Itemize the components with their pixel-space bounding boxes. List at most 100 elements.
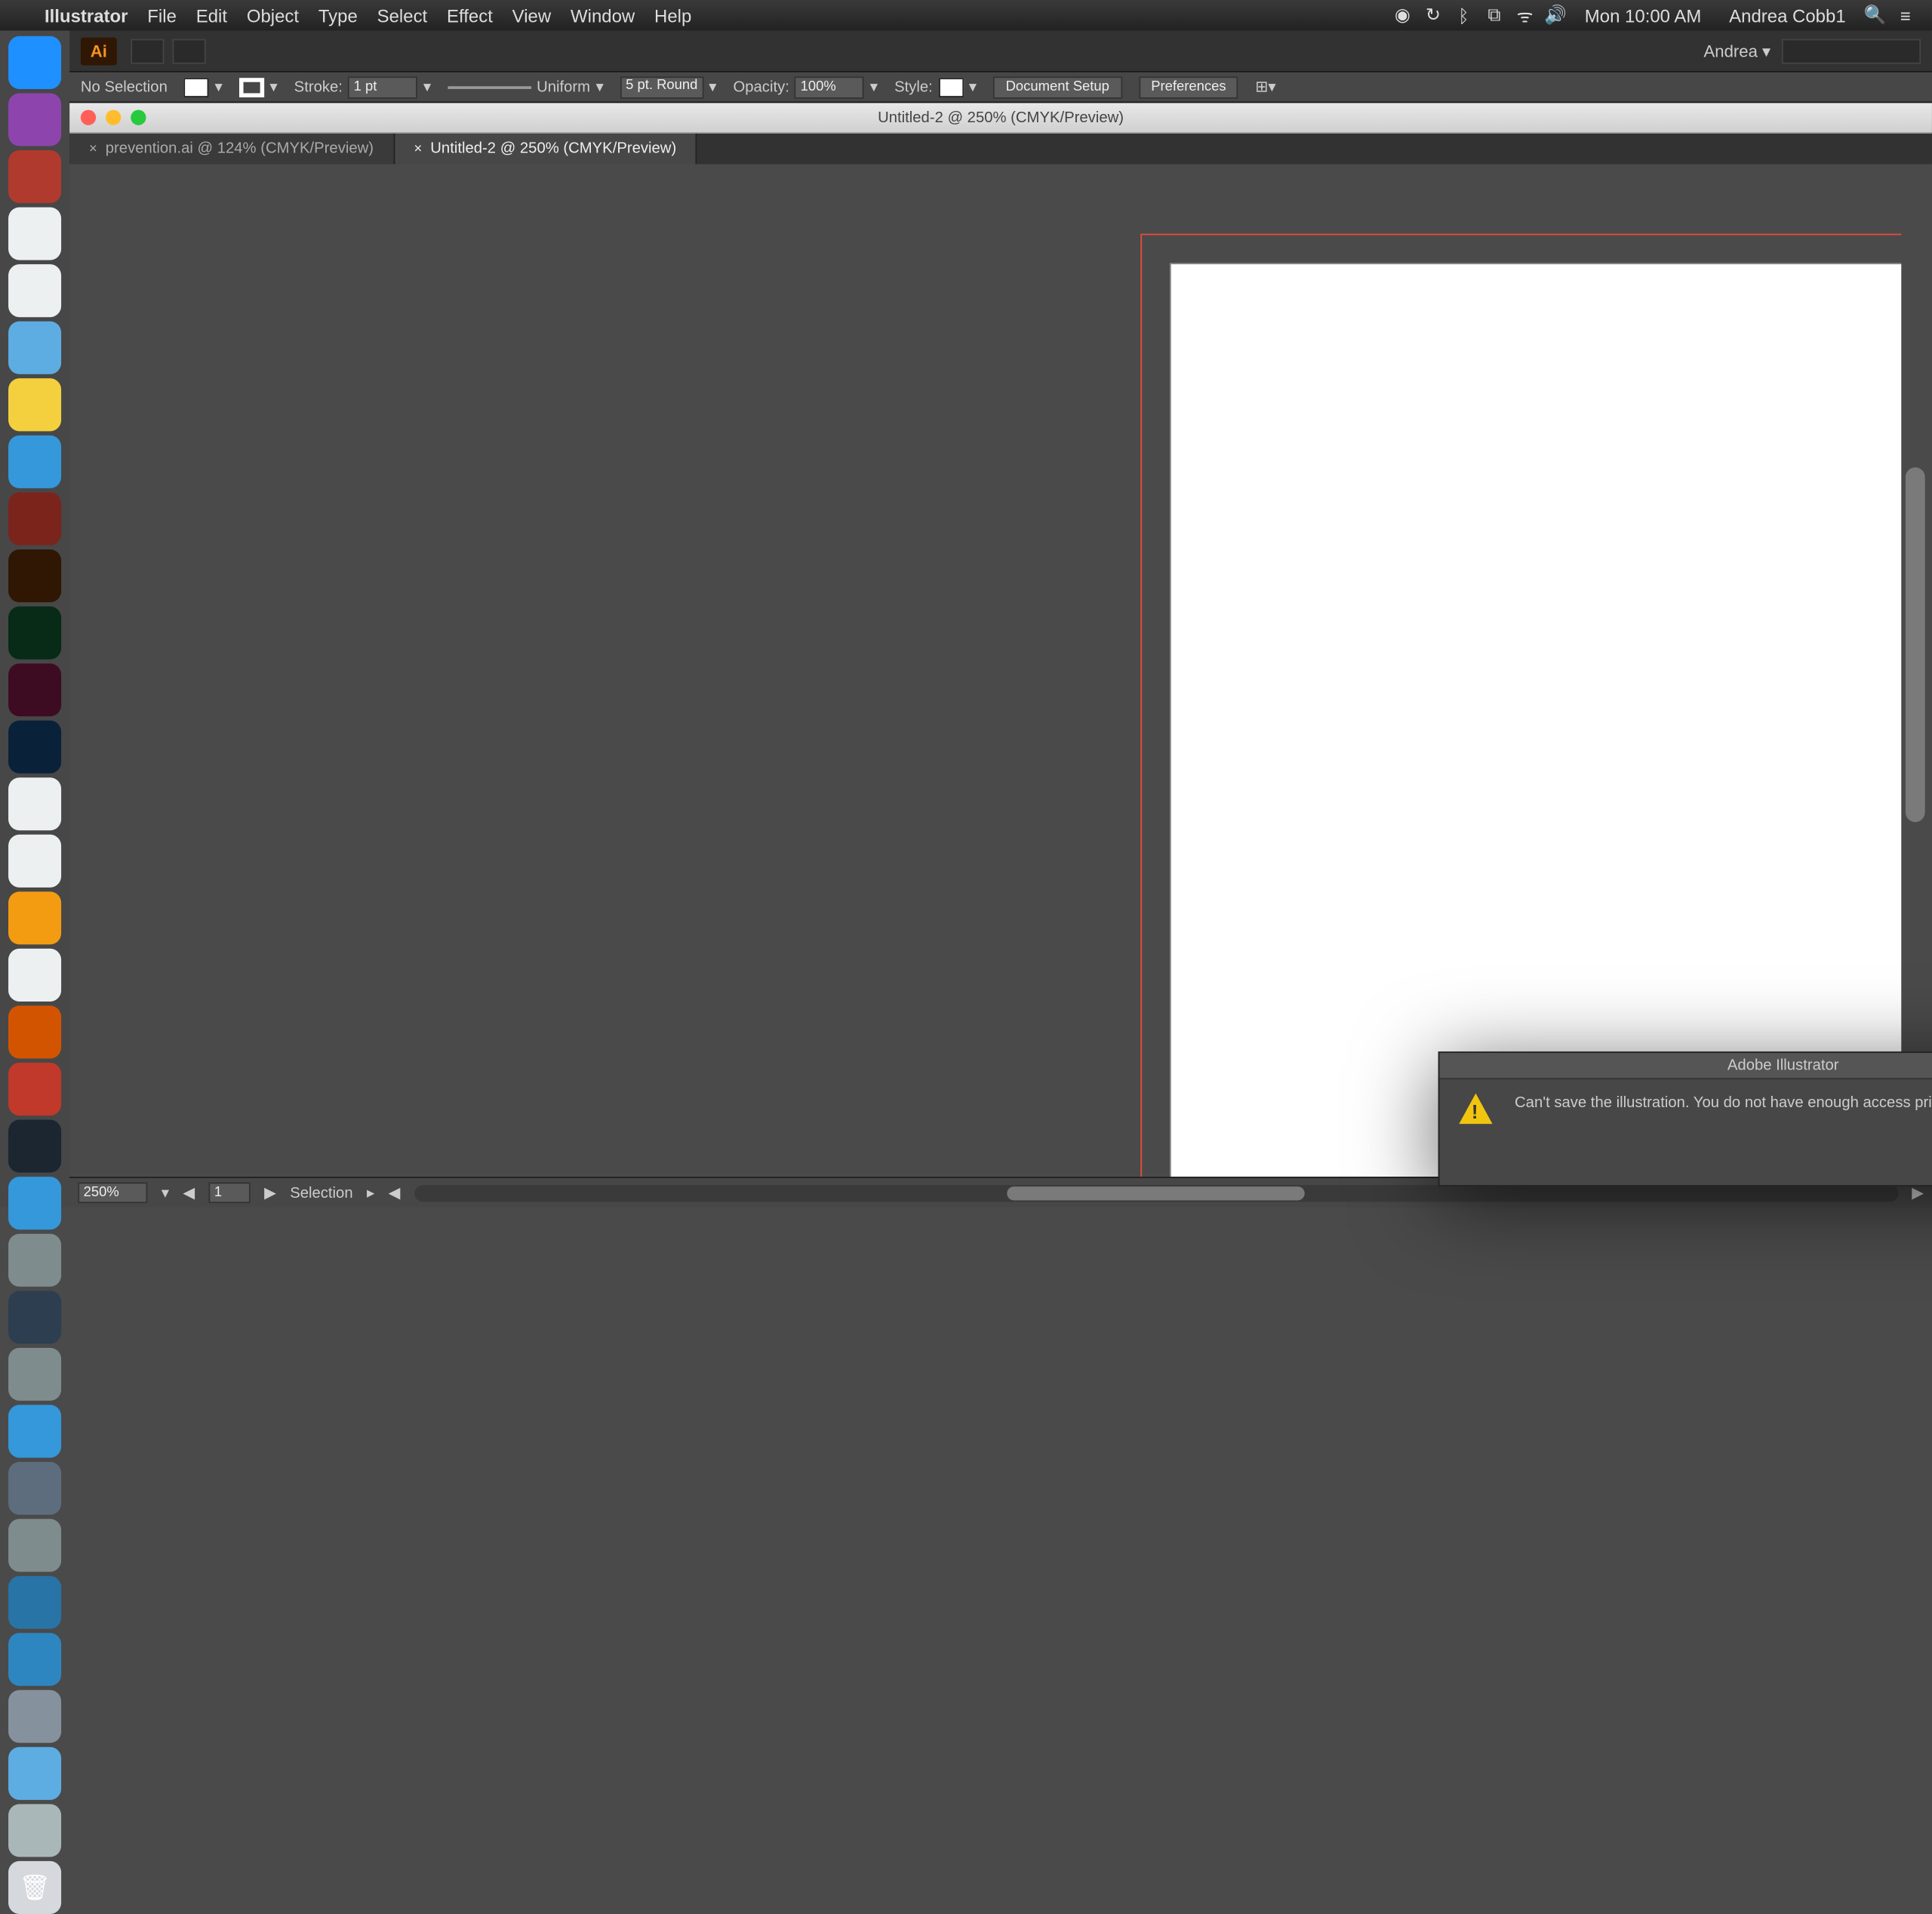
- dock-calendar[interactable]: [8, 264, 61, 317]
- close-tab-icon[interactable]: ×: [414, 141, 422, 156]
- close-tab-icon[interactable]: ×: [89, 141, 97, 156]
- dock-photoshop[interactable]: [8, 721, 61, 774]
- stroke-label: Stroke:: [294, 78, 343, 95]
- menu-effect[interactable]: Effect: [447, 5, 493, 26]
- menu-select[interactable]: Select: [377, 5, 428, 26]
- vertical-scrollbar[interactable]: [1901, 164, 1932, 1177]
- arrange-button[interactable]: [173, 38, 206, 63]
- canvas[interactable]: [69, 164, 1901, 1177]
- app-menu[interactable]: Illustrator: [45, 5, 128, 26]
- menu-edit[interactable]: Edit: [196, 5, 227, 26]
- menu-object[interactable]: Object: [247, 5, 299, 26]
- dock-app10[interactable]: [8, 1690, 61, 1743]
- artboard-prev-icon[interactable]: ◀: [183, 1183, 195, 1202]
- dropbox-icon[interactable]: ⧉: [1479, 5, 1510, 26]
- ai-logo: Ai: [81, 37, 117, 65]
- dock-dreamweaver[interactable]: [8, 607, 61, 660]
- document-tab[interactable]: × Untitled-2 @ 250% (CMYK/Preview): [395, 134, 697, 165]
- tab-label: Untitled-2 @ 250% (CMYK/Preview): [430, 140, 676, 157]
- menu-help[interactable]: Help: [654, 5, 691, 26]
- dock-indesign[interactable]: [8, 663, 61, 716]
- scrollbar-thumb[interactable]: [1008, 1186, 1304, 1199]
- workspace-switcher[interactable]: Andrea ▾: [1704, 41, 1771, 60]
- wifi-icon[interactable]: ᯤ: [1509, 3, 1540, 28]
- document-title: Untitled-2 @ 250% (CMYK/Preview): [878, 109, 1124, 126]
- brush-select[interactable]: 5 pt. Round: [620, 75, 703, 97]
- dock-animate[interactable]: [8, 1120, 61, 1173]
- dock-downloads[interactable]: [8, 1804, 61, 1857]
- zoom-dropdown-icon[interactable]: ▾: [162, 1183, 169, 1202]
- dock-messages[interactable]: [8, 1405, 61, 1457]
- dock-launchpad[interactable]: [8, 93, 61, 146]
- dock-safari-alt[interactable]: [8, 150, 61, 203]
- tab-label: prevention.ai @ 124% (CMYK/Preview): [106, 140, 374, 157]
- menu-file[interactable]: File: [147, 5, 177, 26]
- style-swatch[interactable]: [938, 77, 963, 97]
- dock-app3[interactable]: [8, 1005, 61, 1058]
- notifications-icon[interactable]: ≡: [1890, 5, 1921, 26]
- search-field[interactable]: [1782, 38, 1921, 63]
- dock-illustrator[interactable]: [8, 549, 61, 602]
- dialog-message: Can't save the illustration. You do not …: [1515, 1094, 1932, 1125]
- artboard-next-icon[interactable]: ▶: [264, 1183, 276, 1202]
- dock-preview[interactable]: [8, 322, 61, 374]
- stroke-weight-input[interactable]: [348, 75, 417, 97]
- dock-word[interactable]: [8, 1633, 61, 1686]
- style-label: Style:: [894, 78, 933, 95]
- dock-app1[interactable]: [8, 492, 61, 545]
- volume-icon[interactable]: 🔊: [1540, 5, 1571, 26]
- dock-terminal[interactable]: [8, 1291, 61, 1343]
- align-artboard-icon[interactable]: ⊞▾: [1255, 78, 1275, 96]
- dock-pages[interactable]: [8, 835, 61, 888]
- menu-view[interactable]: View: [512, 5, 552, 26]
- close-window-button[interactable]: [81, 110, 96, 125]
- scrollbar-thumb[interactable]: [1906, 468, 1925, 823]
- dock-finder[interactable]: [8, 36, 61, 89]
- menu-type[interactable]: Type: [318, 5, 358, 26]
- artboard[interactable]: [1171, 264, 1902, 1177]
- dock-app9[interactable]: [8, 1576, 61, 1629]
- selection-status: No Selection: [81, 78, 168, 95]
- menu-window[interactable]: Window: [571, 5, 635, 26]
- mac-menubar: Illustrator File Edit Object Type Select…: [0, 0, 1932, 31]
- hscroll-left-icon[interactable]: ◀: [389, 1183, 401, 1202]
- dock-wifi-util[interactable]: [8, 1747, 61, 1800]
- dock-app7[interactable]: [8, 1462, 61, 1515]
- document-setup-button[interactable]: Document Setup: [993, 75, 1121, 97]
- zoom-window-button[interactable]: [131, 110, 146, 125]
- sync-icon[interactable]: ↻: [1418, 5, 1449, 26]
- stroke-profile[interactable]: [448, 85, 531, 88]
- bt-icon[interactable]: ᛒ: [1448, 5, 1479, 26]
- stroke-profile-label: Uniform: [537, 78, 590, 95]
- spotlight-icon[interactable]: 🔍: [1860, 5, 1890, 26]
- dock-app4[interactable]: [8, 1063, 61, 1115]
- control-bar: No Selection ▾ ▾ Stroke: ▾ Uniform▾ 5 pt…: [69, 72, 1932, 103]
- document-titlebar: Untitled-2 @ 250% (CMYK/Preview): [69, 103, 1932, 134]
- dock-chrome[interactable]: [8, 378, 61, 431]
- dock-trash[interactable]: 🗑: [8, 1861, 61, 1914]
- dock-app6[interactable]: [8, 1348, 61, 1401]
- zoom-input[interactable]: [78, 1183, 147, 1204]
- artboard-nav-input[interactable]: [208, 1183, 250, 1204]
- status-dropdown-icon[interactable]: ▸: [367, 1183, 374, 1202]
- dock-app5[interactable]: [8, 1234, 61, 1287]
- dock-textedit[interactable]: [8, 208, 61, 260]
- menubar-user[interactable]: Andrea Cobb1: [1729, 5, 1846, 26]
- fill-swatch[interactable]: [184, 77, 209, 97]
- dock-app8[interactable]: [8, 1519, 61, 1572]
- opacity-input[interactable]: [795, 75, 864, 97]
- cc-icon[interactable]: ◉: [1387, 5, 1418, 26]
- dock-safari[interactable]: [8, 435, 61, 488]
- document-tab[interactable]: × prevention.ai @ 124% (CMYK/Preview): [69, 134, 395, 165]
- stroke-swatch[interactable]: [239, 77, 264, 97]
- dock-appstore[interactable]: [8, 1177, 61, 1229]
- dock-itunes[interactable]: [8, 949, 61, 1002]
- minimize-window-button[interactable]: [106, 110, 121, 125]
- dock-acrobat[interactable]: [8, 777, 61, 830]
- preferences-button[interactable]: Preferences: [1139, 75, 1239, 97]
- bridge-button[interactable]: [131, 38, 164, 63]
- menubar-clock[interactable]: Mon 10:00 AM: [1585, 5, 1701, 26]
- document-tabs: × prevention.ai @ 124% (CMYK/Preview) × Un…: [69, 134, 1932, 165]
- dock-app2[interactable]: [8, 891, 61, 944]
- current-tool: Selection: [290, 1184, 352, 1201]
